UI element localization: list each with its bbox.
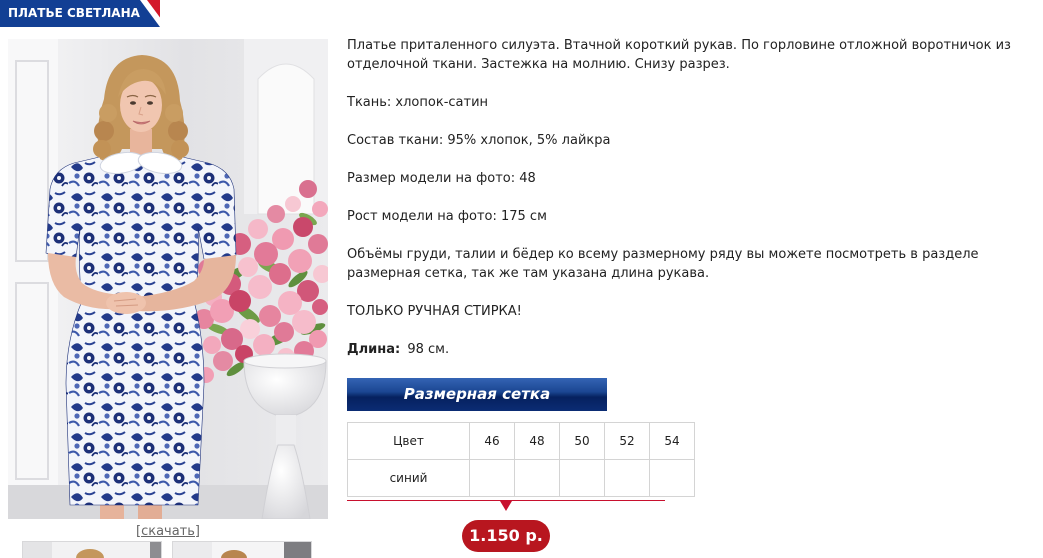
size-column-header-48: 48 (514, 422, 560, 460)
size-table-row: синий (347, 459, 695, 497)
size-cell (559, 459, 605, 497)
size-chart-button[interactable]: Размерная сетка (347, 378, 607, 411)
size-column-header-52: 52 (604, 422, 650, 460)
product-description: Платье приталенного силуэта. Втачной кор… (347, 36, 1023, 378)
color-cell: синий (347, 459, 470, 497)
size-table-header-row: Цвет 46 48 50 52 54 (347, 422, 695, 460)
care-note: ТОЛЬКО РУЧНАЯ СТИРКА! (347, 304, 522, 319)
divider-arrow-icon (500, 501, 512, 511)
size-table: Цвет 46 48 50 52 54 синий (347, 422, 695, 497)
composition-info: Состав ткани: 95% хлопок, 5% лайкра (347, 133, 611, 148)
size-column-header-46: 46 (469, 422, 515, 460)
download-container: [скачать] (8, 524, 328, 540)
download-photo-link[interactable]: [скачать] (136, 524, 200, 539)
size-column-header-54: 54 (649, 422, 695, 460)
size-cell (514, 459, 560, 497)
model-size-info: Размер модели на фото: 48 (347, 171, 536, 186)
product-title: ПЛАТЬЕ СВЕТЛАНА (8, 6, 140, 20)
thumbnail-image (22, 541, 162, 558)
price-badge: 1.150 р. (462, 520, 550, 552)
thumbnail-image (172, 541, 312, 558)
thumbnail-1[interactable] (22, 541, 162, 558)
product-title-banner: ПЛАТЬЕ СВЕТЛАНА (0, 0, 160, 27)
description-intro: Платье приталенного силуэта. Втачной кор… (347, 38, 1011, 72)
color-column-header: Цвет (347, 422, 470, 460)
product-photo[interactable] (8, 39, 328, 519)
size-column-header-50: 50 (559, 422, 605, 460)
thumbnail-2[interactable] (172, 541, 312, 558)
length-line: Длина: 98 см. (347, 340, 1023, 359)
model-height-info: Рост модели на фото: 175 см (347, 209, 547, 224)
size-note: Объёмы груди, талии и бёдер ко всему раз… (347, 247, 979, 281)
length-value: 98 см. (407, 342, 450, 357)
size-cell (649, 459, 695, 497)
size-cell (604, 459, 650, 497)
fabric-info: Ткань: хлопок-сатин (347, 95, 489, 110)
length-label: Длина: (347, 342, 401, 357)
size-cell (469, 459, 515, 497)
